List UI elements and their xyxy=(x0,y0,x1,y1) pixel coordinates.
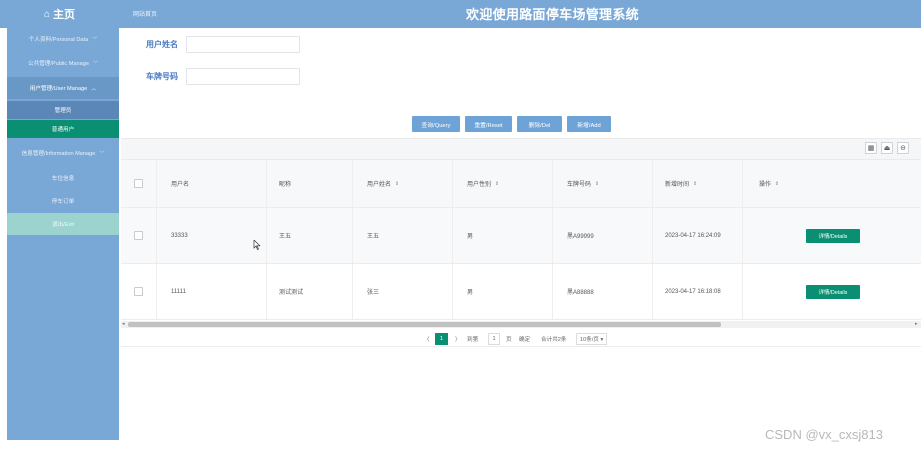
cell-plate: 黑A88888 xyxy=(553,264,653,319)
sort-icon[interactable]: ⇕ xyxy=(693,181,697,187)
scroll-right-icon[interactable]: ▸ xyxy=(915,321,918,327)
cell-actions: 详情/Details xyxy=(743,264,921,319)
header-label: 车牌号码 xyxy=(567,182,592,188)
sidebar-item-label: 退出/Exit xyxy=(51,222,75,228)
cell-username: 11111 xyxy=(157,264,267,319)
sort-icon[interactable]: ⇕ xyxy=(595,181,599,187)
sidebar-item-label: 公共管理/Public Manage xyxy=(28,61,89,67)
sidebar-item-exit[interactable]: 退出/Exit xyxy=(7,213,119,235)
cell-created-time: 2023-04-17 16:24:09 xyxy=(653,208,743,263)
select-all-checkbox[interactable] xyxy=(134,179,143,188)
sidebar-item-personal-data[interactable]: 个人资料/Personal Data ﹀ xyxy=(7,28,119,50)
chevron-down-icon: ﹀ xyxy=(92,36,98,43)
query-button[interactable]: 查询/Query xyxy=(412,116,460,132)
cell-nickname: 王五 xyxy=(267,208,353,263)
username-input[interactable] xyxy=(186,36,300,53)
select-all-cell xyxy=(121,160,157,207)
username-label: 用户姓名 xyxy=(146,40,178,49)
sidebar-item-label: 用户管理/User Manage xyxy=(29,86,88,92)
header-label: 昵称 xyxy=(279,182,292,188)
row-checkbox[interactable] xyxy=(134,231,143,240)
cell-nickname: 测试测试 xyxy=(267,264,353,319)
cell-gender: 男 xyxy=(453,208,553,263)
details-button[interactable]: 详情/Details xyxy=(806,284,860,299)
header-label: 用户名 xyxy=(171,182,190,188)
header-username[interactable]: 用户名 xyxy=(157,160,267,207)
table-header-row: 用户名 昵称 用户姓名 ⇕ 用户性别 ⇕ 车牌号码 ⇕ 新增时间 ⇕ 操作 ⇕ xyxy=(121,160,921,208)
app-title: 欢迎使用路面停车场管理系统 xyxy=(466,7,639,22)
horizontal-scrollbar[interactable]: ◂ ▸ xyxy=(121,321,921,328)
header-plate[interactable]: 车牌号码 ⇕ xyxy=(553,160,653,207)
cell-real-name: 张三 xyxy=(353,264,453,319)
top-header-bar: ⌂ 主页 网站首页 欢迎使用路面停车场管理系统 xyxy=(0,0,921,28)
sidebar-item-label: 普通用户 xyxy=(51,127,75,133)
sidebar-subitem-parking-orders[interactable]: 停车订单 xyxy=(7,190,119,212)
row-checkbox[interactable] xyxy=(134,287,143,296)
row-select-cell xyxy=(121,208,157,263)
sidebar-item-label: 信息管理/Information Manage xyxy=(21,151,96,157)
row-select-cell xyxy=(121,264,157,319)
sidebar-item-label: 停车订单 xyxy=(51,199,75,205)
chevron-down-icon: ﹀ xyxy=(92,60,98,67)
print-icon[interactable]: ⊖ xyxy=(897,142,909,154)
sidebar-item-user-manage[interactable]: 用户管理/User Manage ︿ xyxy=(7,77,119,99)
header-label: 用户性别 xyxy=(467,182,492,188)
goto-suffix: 页 xyxy=(506,337,512,343)
cell-gender: 男 xyxy=(453,264,553,319)
cell-real-name: 王五 xyxy=(353,208,453,263)
chevron-down-icon: ﹀ xyxy=(99,150,105,157)
sidebar-item-label: 管理员 xyxy=(54,108,72,114)
page-size-select[interactable]: 10条/页 ▾ xyxy=(576,333,608,345)
columns-icon[interactable]: ▦ xyxy=(865,142,877,154)
sidebar-item-label: 车位信息 xyxy=(51,176,75,182)
sort-icon[interactable]: ⇕ xyxy=(775,181,779,187)
mouse-cursor-icon xyxy=(253,240,261,250)
goto-page-input[interactable]: 1 xyxy=(488,333,500,345)
next-page-icon[interactable]: 〉 xyxy=(455,333,461,345)
sidebar-subitem-parking-spaces[interactable]: 车位信息 xyxy=(7,167,119,189)
header-label: 操作 xyxy=(759,182,772,188)
cell-actions: 详情/Details xyxy=(743,208,921,263)
header-nickname[interactable]: 昵称 xyxy=(267,160,353,207)
cell-plate: 黑A99999 xyxy=(553,208,653,263)
total-count: 合计共2条 xyxy=(541,337,567,343)
page-1-button[interactable]: 1 xyxy=(435,333,448,345)
sidebar-item-public-manage[interactable]: 公共管理/Public Manage ﹀ xyxy=(7,52,119,74)
watermark: CSDN @vx_cxsj813 xyxy=(765,427,883,442)
delete-button[interactable]: 删除/Del xyxy=(517,116,562,132)
sidebar-item-information-manage[interactable]: 信息管理/Information Manage ﹀ xyxy=(7,142,119,164)
reset-button[interactable]: 重置/Reset xyxy=(465,116,512,132)
goto-prefix: 到第 xyxy=(467,337,479,343)
table-row[interactable]: 33333 王五 王五 男 黑A99999 2023-04-17 16:24:0… xyxy=(121,208,921,264)
plate-input[interactable] xyxy=(186,68,300,85)
scroll-left-icon[interactable]: ◂ xyxy=(122,321,125,327)
sidebar-subitem-regular-user[interactable]: 普通用户 xyxy=(7,120,119,138)
goto-confirm-button[interactable]: 确定 xyxy=(519,333,530,345)
table-row[interactable]: 11111 测试测试 张三 男 黑A88888 2023-04-17 16:18… xyxy=(121,264,921,320)
chevron-up-icon: ︿ xyxy=(91,85,97,92)
header-created-time[interactable]: 新增时间 ⇕ xyxy=(653,160,743,207)
pagination: 〈 1 〉 到第 1 页 确定 合计共2条 10条/页 ▾ xyxy=(121,331,921,347)
table-toolbar xyxy=(121,138,921,160)
header-label: 用户姓名 xyxy=(367,182,392,188)
header-label: 新增时间 xyxy=(665,182,690,188)
header-gender[interactable]: 用户性别 ⇕ xyxy=(453,160,553,207)
scrollbar-thumb[interactable] xyxy=(128,322,721,327)
sidebar: 个人资料/Personal Data ﹀ 公共管理/Public Manage … xyxy=(7,28,119,440)
sort-icon[interactable]: ⇕ xyxy=(495,181,499,187)
prev-page-icon[interactable]: 〈 xyxy=(424,333,430,345)
sidebar-item-label: 个人资料/Personal Data xyxy=(28,37,89,43)
details-button[interactable]: 详情/Details xyxy=(806,228,860,243)
sort-icon[interactable]: ⇕ xyxy=(395,181,399,187)
header-actions[interactable]: 操作 ⇕ xyxy=(743,160,921,207)
sidebar-subitem-admin[interactable]: 管理员 xyxy=(7,101,119,119)
cell-created-time: 2023-04-17 16:18:08 xyxy=(653,264,743,319)
cell-username: 33333 xyxy=(157,208,267,263)
export-icon[interactable]: ⏏ xyxy=(881,142,893,154)
plate-label: 车牌号码 xyxy=(146,72,178,81)
add-button[interactable]: 新增/Add xyxy=(567,116,611,132)
header-real-name[interactable]: 用户姓名 ⇕ xyxy=(353,160,453,207)
